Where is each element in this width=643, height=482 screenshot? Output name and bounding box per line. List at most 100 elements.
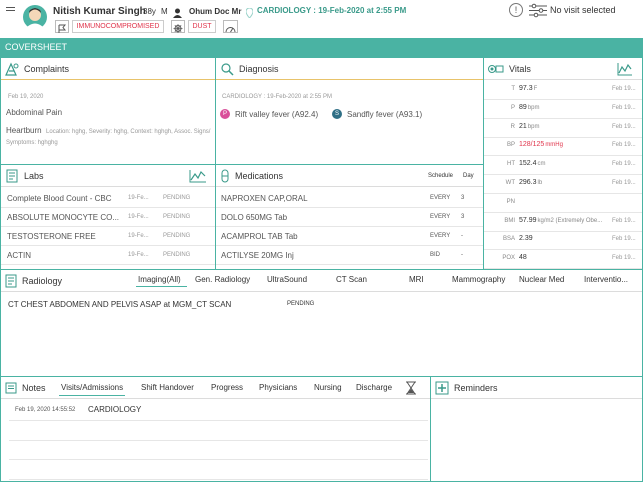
radiology-title: Radiology (22, 275, 63, 286)
notes-tab[interactable]: Visits/Admissions (59, 383, 126, 396)
radiology-tab[interactable]: UltraSound (267, 275, 307, 286)
filter-sliders-icon[interactable] (529, 3, 547, 18)
vital-row[interactable]: POX 48 Feb 19... (484, 250, 642, 269)
diagnosis-panel: Diagnosis CARDIOLOGY : 19-Feb-2020 at 2:… (215, 57, 484, 165)
medication-row[interactable]: ACAMPROL TAB Tab EVERY - (216, 227, 483, 246)
radiology-tab[interactable]: Gen. Radiology (195, 275, 250, 286)
note-date: Feb 19, 2020 14:55:52 (15, 407, 76, 413)
vitals-chart-icon[interactable] (617, 62, 633, 76)
complaint-item[interactable]: Abdominal Pain (6, 108, 62, 117)
add-reminder-icon[interactable] (435, 381, 449, 395)
radiology-status: PENDING (287, 301, 315, 307)
vital-label: PN (506, 198, 515, 205)
radiology-tab[interactable]: Nuclear Med (519, 275, 564, 286)
lab-date: 19-Fe... (128, 233, 149, 239)
diagnosis-item-secondary[interactable]: S Sandfly fever (A93.1) (332, 109, 422, 119)
vital-row[interactable]: BMI 57.99 kg/m2 (Extremely Obe... Feb 19... (484, 213, 642, 232)
lab-name: ABSOLUTE MONOCYTE CO... (7, 213, 120, 222)
medications-icon (220, 169, 230, 183)
coversheet-bar: COVERSHEET (0, 38, 643, 57)
gauge-icon[interactable] (223, 20, 238, 33)
notes-tab[interactable]: Nursing (314, 383, 342, 395)
medication-name: ACAMPROL TAB Tab (221, 232, 298, 241)
vital-value: 97.3 (519, 85, 533, 92)
vital-value: 21 (519, 122, 527, 130)
note-row[interactable]: Feb 19, 2020 14:55:52 CARDIOLOGY (9, 402, 428, 421)
vital-label: R (510, 123, 515, 130)
tag-immunocompromised[interactable]: IMMUNOCOMPROMISED (72, 20, 164, 33)
vital-date: Feb 19... (612, 255, 636, 262)
visit-status[interactable]: No visit selected (550, 5, 616, 15)
vital-unit: bpm (527, 123, 540, 130)
labs-chart-icon[interactable] (189, 169, 207, 183)
radiology-row[interactable]: CT CHEST ABDOMEN AND PELVIS ASAP at MGM_… (1, 296, 642, 314)
lab-row[interactable]: Complete Blood Count - CBC 19-Fe... PENDIN… (1, 189, 215, 208)
radiology-tab[interactable]: CT Scan (336, 275, 367, 286)
lab-status: PENDING (163, 195, 191, 201)
vital-row[interactable]: HT 152.4 cm Feb 19... (484, 156, 642, 176)
primary-badge: P (220, 109, 230, 119)
vital-row[interactable]: T 97.3 F Feb 19... (484, 81, 642, 100)
radiology-order: CT CHEST ABDOMEN AND PELVIS ASAP at MGM_… (8, 300, 232, 309)
vital-row[interactable]: PN (484, 194, 642, 213)
notes-panel: Notes Visits/Admissions Shift Handover Pro… (0, 376, 431, 482)
hamburger-icon[interactable] (6, 7, 15, 11)
info-icon[interactable]: ! (509, 3, 523, 17)
notes-tab[interactable]: Physicians (259, 383, 297, 395)
vital-row[interactable]: BSA 2.39 Feb 19... (484, 231, 642, 251)
vital-row[interactable]: WT 296.3 lb Feb 19... (484, 175, 642, 194)
diagnosis-item-primary[interactable]: P Rift valley fever (A92.4) (220, 109, 318, 119)
complaints-icon (5, 62, 19, 76)
vital-row[interactable]: R 21 bpm Feb 19... (484, 119, 642, 138)
notes-tab[interactable]: Progress (211, 383, 243, 395)
hourglass-icon[interactable] (405, 381, 417, 395)
schedule-column-header: Schedule (428, 173, 454, 179)
lab-row[interactable]: ABSOLUTE MONOCYTE CO... 19-Fe... PENDING (1, 208, 215, 227)
medication-row[interactable]: ACTILYSE 20MG Inj BID - (216, 246, 483, 265)
radiology-tab[interactable]: Imaging(All) (136, 275, 187, 287)
vital-row[interactable]: P 89 bpm Feb 19... (484, 100, 642, 119)
encounter-info[interactable]: CARDIOLOGY : 19-Feb-2020 at 2:55 PM (257, 6, 406, 15)
notes-tab[interactable]: Discharge (356, 383, 392, 395)
vital-date: Feb 19... (612, 236, 636, 243)
vital-value: 89 (519, 103, 527, 111)
patient-age: 38y (143, 7, 156, 16)
patient-sex: M (161, 7, 168, 16)
radiology-tab[interactable]: Mammography (452, 275, 505, 286)
flag-icon (55, 20, 69, 33)
notes-icon (5, 382, 17, 394)
vital-row[interactable]: BP 128/125 mmHg Feb 19... (484, 137, 642, 157)
medication-schedule: EVERY (430, 233, 451, 239)
lab-status: PENDING (163, 214, 191, 220)
medication-name: ACTILYSE 20MG Inj (221, 251, 294, 260)
vital-value: 296.3 (519, 179, 537, 186)
reminders-title: Reminders (454, 382, 498, 393)
lab-row[interactable]: ACTIN 19-Fe... PENDING (1, 246, 215, 265)
vital-value: 57.99 (519, 216, 537, 224)
location-icon (245, 5, 254, 19)
vital-unit: cm (537, 161, 546, 168)
medication-day: 3 (461, 195, 465, 201)
medication-name: DOLO 650MG Tab (221, 213, 288, 222)
complaints-panel: Complaints Feb 19, 2020 Abdominal Pain H… (0, 57, 216, 165)
vital-value: 152.4 (519, 160, 537, 168)
medication-schedule: BID (430, 252, 441, 258)
complaint-item[interactable]: Heartburn Location: hghg, Severity: hghg… (6, 125, 214, 147)
note-row-empty (9, 441, 428, 460)
tag-dust[interactable]: DUST (188, 20, 216, 33)
vital-value: 128/125 (519, 141, 545, 149)
medication-day: - (461, 252, 463, 258)
medication-row[interactable]: DOLO 650MG Tab EVERY 3 (216, 208, 483, 227)
radiology-tab[interactable]: MRI (409, 275, 424, 286)
notes-tab[interactable]: Shift Handover (141, 383, 194, 395)
lab-row[interactable]: TESTOSTERONE FREE 19-Fe... PENDING (1, 227, 215, 246)
radiology-tab[interactable]: Interventio... (584, 275, 628, 286)
diagnosis-encounter: CARDIOLOGY : 19-Feb-2020 at 2:55 PM (222, 94, 332, 100)
patient-header: Nitish Kumar Singh 38y M Ohum Doc Mr CAR… (0, 0, 643, 38)
medication-schedule: EVERY (430, 195, 451, 201)
vital-date: Feb 19... (612, 86, 636, 92)
medication-row[interactable]: NAPROXEN CAP,ORAL EVERY 3 (216, 189, 483, 208)
diagnosis-icon (220, 62, 234, 76)
note-row-empty (9, 422, 428, 441)
avatar[interactable] (22, 3, 48, 33)
